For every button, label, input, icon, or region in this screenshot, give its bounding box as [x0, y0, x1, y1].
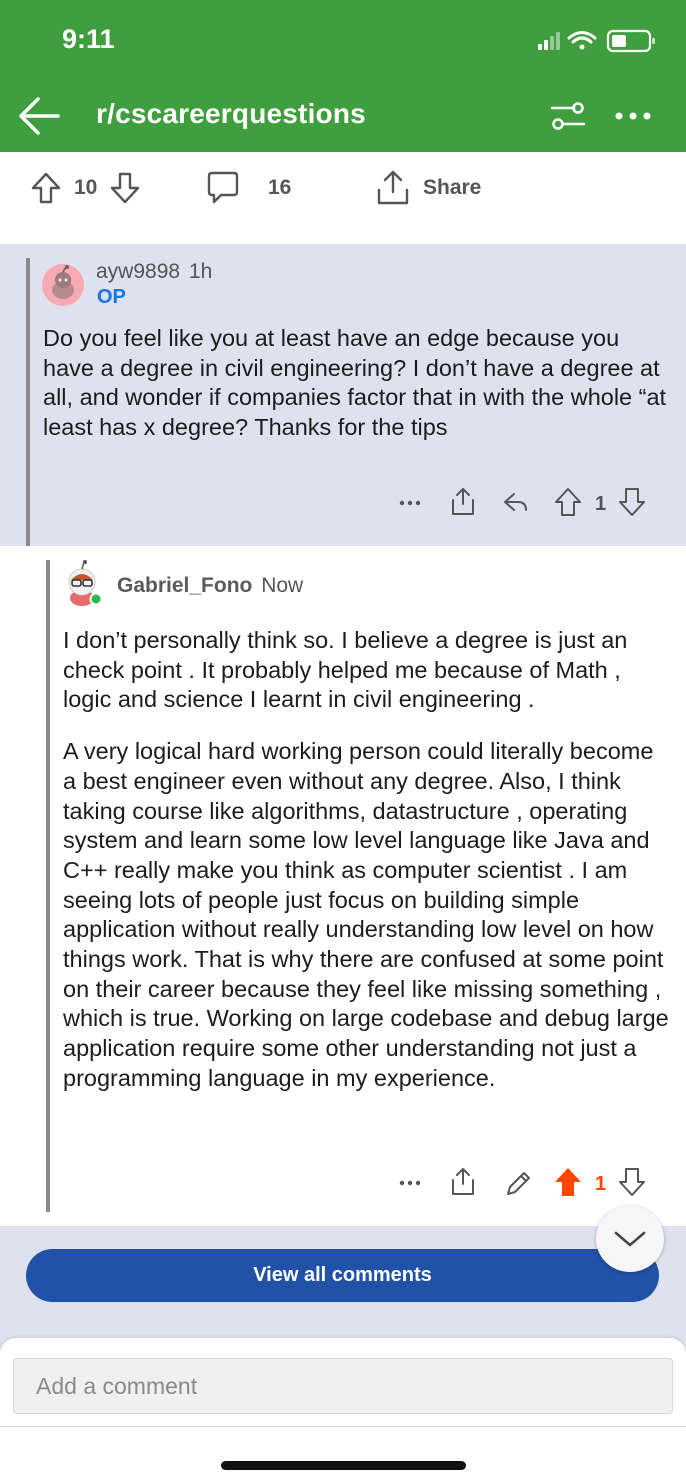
reply-paragraph: I don’t personally think so. I believe a… [63, 627, 628, 713]
more-button[interactable] [612, 100, 654, 130]
sliders-icon [550, 102, 586, 130]
snoo-avatar-icon [68, 560, 103, 606]
comments-button[interactable]: 16 [206, 170, 291, 206]
snoo-avatar-icon [52, 265, 74, 299]
post-vote-count: 10 [74, 176, 98, 199]
comment-author[interactable]: Gabriel_Fono [117, 574, 252, 597]
reply-body: I don’t personally think so. I believe a… [63, 626, 671, 1094]
arrow-up-outline-icon [31, 172, 61, 204]
signal-icon [538, 32, 560, 50]
divider [0, 1426, 686, 1427]
chevron-down-icon [614, 1231, 646, 1247]
share-button[interactable]: Share [376, 170, 481, 206]
upvote-button[interactable] [30, 171, 62, 205]
arrow-up-filled-icon [555, 1168, 581, 1196]
back-button[interactable] [18, 94, 62, 138]
edit-pencil-icon [507, 1172, 530, 1195]
downvote-button[interactable] [109, 171, 141, 205]
app-header: 9:11 r/cscareerquestions [0, 0, 686, 152]
op-badge: OP [97, 286, 126, 308]
arrow-down-outline-icon [619, 488, 645, 516]
status-time: 9:11 [62, 24, 115, 54]
wifi-icon [567, 31, 597, 50]
share-label: Share [423, 176, 482, 199]
subreddit-title[interactable]: r/cscareerquestions [96, 98, 366, 130]
comment-time: 1h [188, 260, 213, 283]
comment-icon [207, 171, 239, 204]
thread-line [26, 258, 30, 546]
comment-author[interactable]: ayw9898 [96, 260, 180, 283]
avatar[interactable] [42, 264, 84, 306]
share-icon [452, 488, 474, 515]
post-vote-group: 10 [30, 170, 141, 206]
view-all-comments-button[interactable]: View all comments [26, 1249, 659, 1302]
comment-body: Do you feel like you at least have an ed… [43, 325, 667, 441]
online-status-dot [89, 592, 103, 606]
comment-actions: 1 [396, 484, 656, 520]
arrow-left-icon [19, 97, 60, 135]
home-indicator [221, 1461, 466, 1470]
more-horizontal-icon [615, 112, 651, 120]
comment-meta: ayw9898 1h [96, 260, 212, 284]
post-action-bar: 10 16 Share [0, 152, 686, 244]
more-horizontal-icon [399, 1180, 421, 1186]
comment-actions: 1 [396, 1164, 656, 1200]
add-comment-input[interactable] [13, 1358, 673, 1414]
arrow-down-outline-icon [111, 172, 140, 204]
filter-button[interactable] [548, 98, 588, 134]
status-icons [538, 28, 658, 54]
collapse-button[interactable] [596, 1206, 664, 1272]
arrow-down-outline-icon [619, 1168, 645, 1196]
avatar[interactable] [62, 560, 106, 608]
arrow-up-outline-icon [555, 488, 581, 516]
comment-time: Now [261, 574, 304, 597]
comment-count: 16 [268, 176, 292, 199]
more-horizontal-icon [399, 500, 421, 506]
share-icon [377, 170, 409, 205]
comment-vote-count: 1 [595, 1173, 606, 1195]
share-icon [452, 1168, 474, 1195]
comment-meta: Gabriel_Fono Now [117, 574, 303, 598]
reply-icon [504, 493, 527, 511]
thread-line [46, 560, 50, 1212]
comment-vote-count: 1 [595, 493, 606, 515]
reply-paragraph: A very logical hard working person could… [63, 738, 669, 1091]
battery-icon [606, 29, 655, 53]
